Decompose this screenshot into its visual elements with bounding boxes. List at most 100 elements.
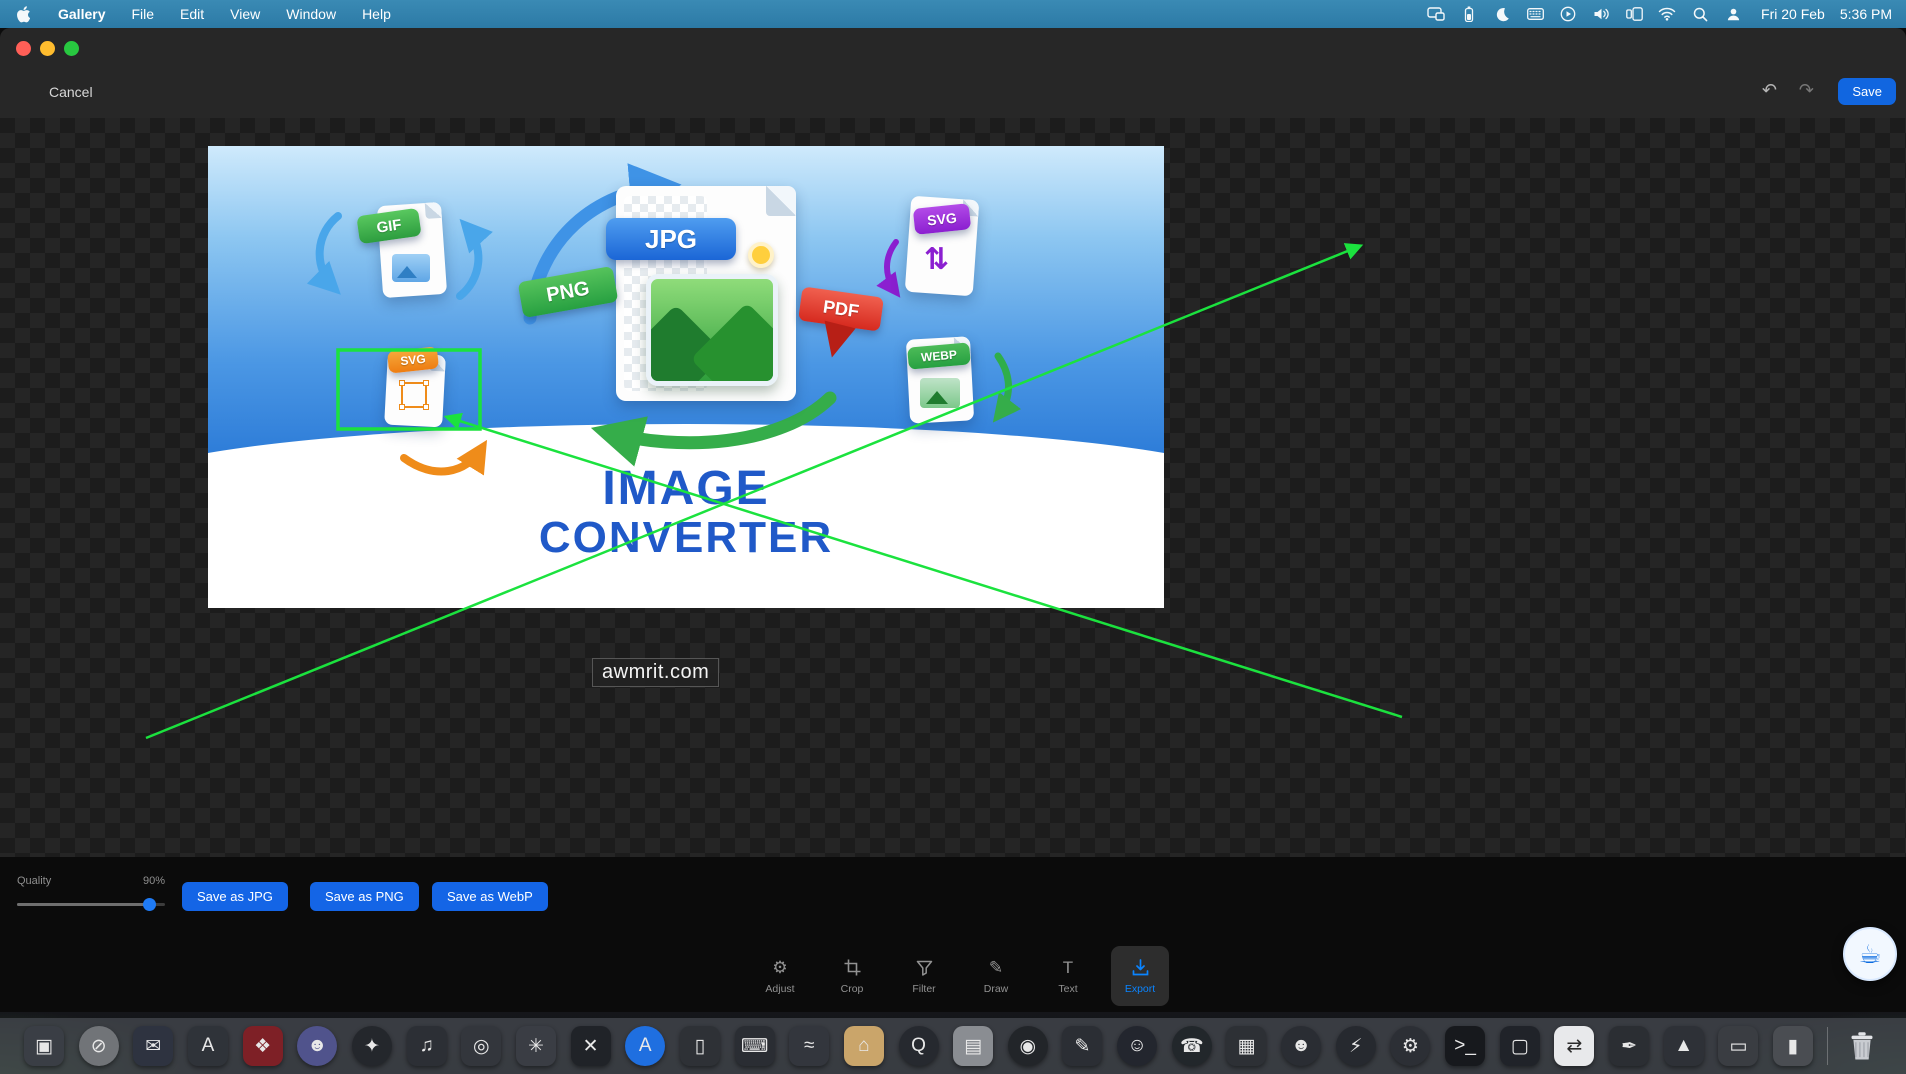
volume-icon[interactable]	[1592, 5, 1610, 23]
stage-manager-icon[interactable]	[1625, 5, 1643, 23]
quicktime-app-dock-icon[interactable]: Q	[899, 1026, 939, 1066]
trash-icon[interactable]	[1842, 1026, 1882, 1066]
game-app-dock-icon[interactable]: ❖	[243, 1026, 283, 1066]
settings-app-dock-icon[interactable]: ⚙	[1390, 1026, 1430, 1066]
video-editor-app-glyph: ✕	[583, 1035, 599, 1058]
discord-app-glyph: ☺	[1127, 1035, 1146, 1057]
keyboard-icon[interactable]	[1526, 5, 1544, 23]
audio-app-glyph: ≈	[804, 1035, 814, 1057]
editor-canvas: GIF SVG JPG PNG PDF ⇅ SVG WEBP IMAGE	[0, 118, 1906, 857]
menubar-date[interactable]: Fri 20 Feb	[1761, 6, 1825, 22]
minimized-window-dock-icon[interactable]: ▭	[1718, 1026, 1758, 1066]
dock: ▣ ⊘ ✉ A ❖ ☻ ✦ ♫ ◎ ✳ ✕ A ▯ ⌨ ≈ ⌂ Q ▤ ◉ ✎ ☺ ☎ ▦ ☻ ⚡ ⚙ >_ ▢ ⇄ ✒ ▲ ▭ ▮	[0, 1018, 1906, 1074]
mail-app-dock-icon[interactable]: ✉	[133, 1026, 173, 1066]
tool-text[interactable]: T Text	[1039, 946, 1097, 1006]
close-window-button[interactable]	[16, 41, 31, 56]
compass-app-dock-icon[interactable]: ✦	[352, 1026, 392, 1066]
menu-view[interactable]: View	[230, 6, 260, 22]
compass-app-glyph: ✦	[364, 1035, 380, 1058]
screen-share-app-dock-icon[interactable]: ⇄	[1554, 1026, 1594, 1066]
minimize-window-button[interactable]	[40, 41, 55, 56]
blocked-app-glyph: ⊘	[91, 1035, 107, 1058]
apple-icon[interactable]	[14, 5, 32, 23]
editor-tools: ⚙ Adjust Crop Filter ✎ Dra	[751, 946, 1169, 1006]
tool-adjust[interactable]: ⚙ Adjust	[751, 946, 809, 1006]
keyboard-app-dock-icon[interactable]: ⌨	[735, 1026, 775, 1066]
tool-draw[interactable]: ✎ Draw	[967, 946, 1025, 1006]
home-app-dock-icon[interactable]: ⌂	[844, 1026, 884, 1066]
quality-value: 90%	[143, 875, 165, 887]
user-icon[interactable]	[1724, 5, 1742, 23]
record-app-dock-icon[interactable]: ◉	[1008, 1026, 1048, 1066]
wifi-icon[interactable]	[1658, 5, 1676, 23]
save-as-webp-button[interactable]: Save as WebP	[432, 882, 548, 911]
banner-title-line2: CONVERTER	[208, 514, 1164, 562]
gallery-app-dock-icon[interactable]: ▣	[24, 1026, 64, 1066]
redo-icon[interactable]: ↷	[1799, 80, 1814, 101]
menu-file[interactable]: File	[131, 6, 154, 22]
gif-thumbnail-graphic	[392, 254, 430, 282]
jar-app-dock-icon[interactable]: ▮	[1773, 1026, 1813, 1066]
cancel-button[interactable]: Cancel	[49, 84, 93, 100]
contacts-app-dock-icon[interactable]: ☻	[297, 1026, 337, 1066]
keyboard-app-glyph: ⌨	[741, 1035, 768, 1058]
record-app-glyph: ◉	[1020, 1035, 1037, 1058]
discord-app-dock-icon[interactable]: ☺	[1117, 1026, 1157, 1066]
save-as-png-button[interactable]: Save as PNG	[310, 882, 419, 911]
device-app-dock-icon[interactable]: ▯	[680, 1026, 720, 1066]
text-icon: T	[1063, 958, 1073, 978]
music-app-dock-icon[interactable]: ♫	[407, 1026, 447, 1066]
blocked-app-dock-icon[interactable]: ⊘	[79, 1026, 119, 1066]
appstore-app-dock-icon[interactable]: A	[625, 1026, 665, 1066]
image-being-edited: GIF SVG JPG PNG PDF ⇅ SVG WEBP IMAGE	[208, 146, 1164, 608]
pen-app-glyph: ✒	[1621, 1035, 1637, 1058]
battery-icon[interactable]	[1460, 5, 1478, 23]
search-icon[interactable]	[1691, 5, 1709, 23]
snowflake-app-dock-icon[interactable]: ✳	[516, 1026, 556, 1066]
device-app-glyph: ▯	[695, 1035, 705, 1058]
extensions-app-dock-icon[interactable]: ▦	[1226, 1026, 1266, 1066]
text-editor-app-dock-icon[interactable]: A	[188, 1026, 228, 1066]
grid-app-dock-icon[interactable]: ▢	[1500, 1026, 1540, 1066]
coffee-cup-icon: ☕	[1858, 939, 1881, 970]
game-app-glyph: ❖	[254, 1035, 271, 1058]
grid-app-glyph: ▢	[1511, 1035, 1529, 1058]
flash-app-dock-icon[interactable]: ⚡	[1336, 1026, 1376, 1066]
tool-export[interactable]: Export	[1111, 946, 1169, 1006]
settings-app-glyph: ⚙	[1402, 1035, 1419, 1058]
menu-edit[interactable]: Edit	[180, 6, 204, 22]
menu-help[interactable]: Help	[362, 6, 391, 22]
photos-app-dock-icon[interactable]: ▲	[1664, 1026, 1704, 1066]
tool-filter[interactable]: Filter	[895, 946, 953, 1006]
emoji-app-dock-icon[interactable]: ☻	[1281, 1026, 1321, 1066]
save-as-jpg-button[interactable]: Save as JPG	[182, 882, 288, 911]
save-button[interactable]: Save	[1838, 78, 1896, 105]
moon-icon[interactable]	[1493, 5, 1511, 23]
whatsapp-app-dock-icon[interactable]: ☎	[1172, 1026, 1212, 1066]
appstore-app-glyph: A	[639, 1035, 652, 1057]
quality-label: Quality	[17, 875, 51, 887]
audio-app-dock-icon[interactable]: ≈	[789, 1026, 829, 1066]
tool-crop[interactable]: Crop	[823, 946, 881, 1006]
play-icon[interactable]	[1559, 5, 1577, 23]
screen-mirroring-icon[interactable]	[1427, 5, 1445, 23]
menu-window[interactable]: Window	[286, 6, 336, 22]
pen-app-dock-icon[interactable]: ✒	[1609, 1026, 1649, 1066]
signature-app-dock-icon[interactable]: ✎	[1062, 1026, 1102, 1066]
quality-slider[interactable]	[17, 897, 165, 911]
camera-app-glyph: ◎	[473, 1035, 490, 1058]
quality-slider-thumb[interactable]	[143, 898, 156, 911]
banner-title: IMAGE CONVERTER	[208, 464, 1164, 562]
menu-bar: Gallery File Edit View Window Help	[0, 0, 1906, 28]
undo-icon[interactable]: ↶	[1762, 80, 1777, 101]
photos-app-glyph: ▲	[1674, 1035, 1693, 1057]
jar-app-glyph: ▮	[1788, 1035, 1798, 1058]
camera-app-dock-icon[interactable]: ◎	[461, 1026, 501, 1066]
terminal-app-dock-icon[interactable]: >_	[1445, 1026, 1485, 1066]
menubar-time[interactable]: 5:36 PM	[1840, 6, 1892, 22]
active-app-name[interactable]: Gallery	[58, 6, 105, 22]
notes-app-dock-icon[interactable]: ▤	[953, 1026, 993, 1066]
video-editor-app-dock-icon[interactable]: ✕	[571, 1026, 611, 1066]
buy-me-a-coffee-button[interactable]: ☕	[1843, 927, 1897, 981]
zoom-window-button[interactable]	[64, 41, 79, 56]
